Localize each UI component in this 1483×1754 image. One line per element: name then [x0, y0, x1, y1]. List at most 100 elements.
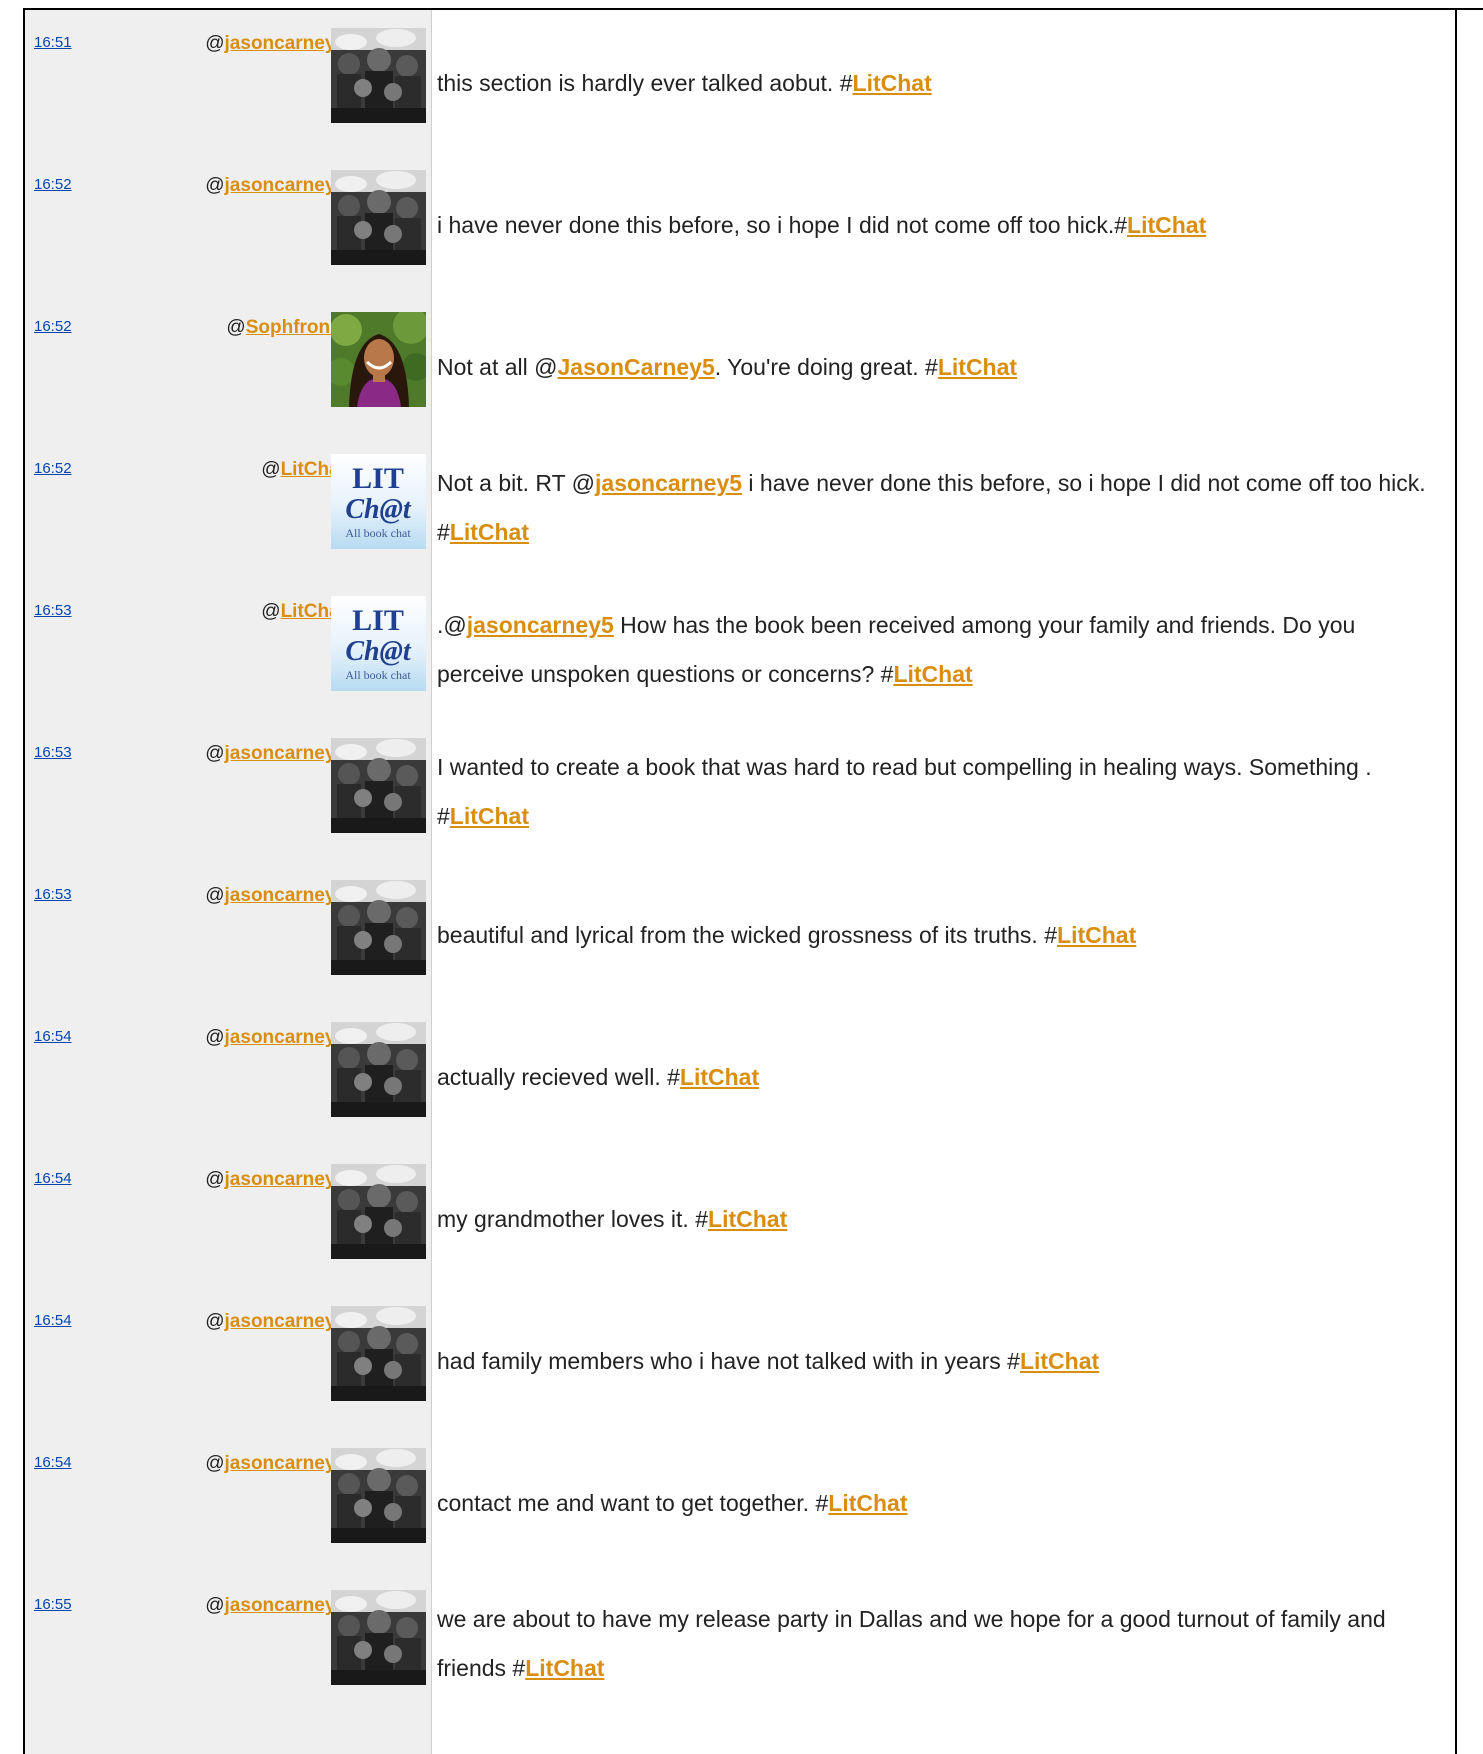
band-photo-avatar [331, 1164, 426, 1259]
band-photo-avatar [331, 880, 426, 975]
author-handle-link[interactable]: jasoncarney5 [225, 885, 346, 906]
at-symbol: @ [205, 743, 225, 764]
band-photo-avatar [331, 1022, 426, 1117]
tweet-author: @jasoncarney5 [205, 1311, 346, 1333]
author-handle-link[interactable]: jasoncarney5 [225, 1595, 346, 1616]
tweet-row: 16:51 @jasoncarney5 this section is hard… [25, 10, 1455, 152]
tweet-text: beautiful and lyrical from the wicked gr… [437, 911, 1447, 960]
mention-link[interactable]: jasoncarney5 [595, 470, 742, 496]
tweet-time-link[interactable]: 16:53 [34, 602, 72, 619]
tweet-text-segment: my grandmother loves it. # [437, 1206, 709, 1232]
band-photo-avatar [331, 28, 426, 123]
hashtag-link[interactable]: LitChat [708, 1206, 787, 1232]
tweet-author: @Sophfronia [226, 317, 346, 339]
tweet-text: contact me and want to get together. #Li… [437, 1479, 1447, 1528]
tweet-row: 16:54 @jasoncarney5 actually recieved we… [25, 1004, 1455, 1146]
tweet-time-link[interactable]: 16:51 [34, 34, 72, 51]
litchat-logo-avatar: LIT Ch@t All book chat [331, 454, 426, 549]
tweet-text-segment: contact me and want to get together. # [437, 1490, 829, 1516]
tweet-text-segment: i have never done this before, so i hope… [437, 212, 1128, 238]
logo-line1: LIT [352, 604, 404, 637]
logo-line2: Ch@t [345, 494, 412, 525]
at-symbol: @ [205, 1595, 225, 1616]
tweet-text: i have never done this before, so i hope… [437, 201, 1447, 250]
tweet-author: @jasoncarney5 [205, 175, 346, 197]
hashtag-link[interactable]: LitChat [1057, 922, 1136, 948]
at-symbol: @ [205, 1027, 225, 1048]
author-handle-link[interactable]: jasoncarney5 [225, 1311, 346, 1332]
tweet-time-link[interactable]: 16:55 [34, 1596, 72, 1613]
author-handle-link[interactable]: jasoncarney5 [225, 33, 346, 54]
hashtag-link[interactable]: LitChat [680, 1064, 759, 1090]
at-symbol: @ [205, 885, 225, 906]
tweet-time-link[interactable]: 16:53 [34, 744, 72, 761]
author-handle-link[interactable]: jasoncarney5 [225, 743, 346, 764]
tweet-row: 16:55 @jasoncarney5 we are about to have… [25, 1572, 1455, 1714]
tweet-author: @jasoncarney5 [205, 1453, 346, 1475]
band-photo-avatar [331, 738, 426, 833]
mention-link[interactable]: JasonCarney5 [558, 354, 715, 380]
tweet-row: 16:54 @jasoncarney5 contact me and want … [25, 1430, 1455, 1572]
tweet-author: @jasoncarney5 [205, 1595, 346, 1617]
hashtag-link[interactable]: LitChat [938, 354, 1017, 380]
hashtag-link[interactable]: LitChat [1020, 1348, 1099, 1374]
tweet-time-link[interactable]: 16:54 [34, 1028, 72, 1045]
hashtag-link[interactable]: LitChat [1127, 212, 1206, 238]
tweet-author: @jasoncarney5 [205, 1169, 346, 1191]
tweet-row: 16:53 @jasoncarney5 beautiful and lyrica… [25, 862, 1455, 1004]
tweet-time-link[interactable]: 16:54 [34, 1170, 72, 1187]
tweet-text: my grandmother loves it. #LitChat [437, 1195, 1447, 1244]
tweet-text: .@jasoncarney5 How has the book been rec… [437, 601, 1447, 699]
hashtag-link[interactable]: LitChat [853, 70, 932, 96]
tweet-time-link[interactable]: 16:54 [34, 1454, 72, 1471]
author-handle-link[interactable]: jasoncarney5 [225, 175, 346, 196]
at-symbol: @ [205, 175, 225, 196]
at-symbol: @ [261, 459, 281, 480]
tweet-time-link[interactable]: 16:54 [34, 1312, 72, 1329]
band-photo-avatar [331, 1448, 426, 1543]
logo-line3: All book chat [345, 526, 411, 540]
tweet-list: 16:51 @jasoncarney5 this section is hard… [25, 10, 1455, 1714]
litchat-logo-avatar: LIT Ch@t All book chat [331, 596, 426, 691]
mention-link[interactable]: jasoncarney5 [467, 612, 614, 638]
tweet-text-segment: this section is hardly ever talked aobut… [437, 70, 853, 96]
hashtag-link[interactable]: LitChat [450, 803, 529, 829]
tweet-time-link[interactable]: 16:52 [34, 318, 72, 335]
tweet-text-segment: actually recieved well. # [437, 1064, 680, 1090]
logo-line3: All book chat [345, 668, 411, 682]
author-handle-link[interactable]: jasoncarney5 [225, 1027, 346, 1048]
hashtag-link[interactable]: LitChat [828, 1490, 907, 1516]
tweet-time-link[interactable]: 16:53 [34, 886, 72, 903]
tweet-text-segment: .@ [437, 612, 467, 638]
tweet-row: 16:54 @jasoncarney5 had family members w… [25, 1288, 1455, 1430]
portrait-avatar [331, 312, 426, 407]
tweet-text: Not a bit. RT @jasoncarney5 i have never… [437, 459, 1447, 557]
tweet-text: had family members who i have not talked… [437, 1337, 1447, 1386]
tweet-author: @jasoncarney5 [205, 885, 346, 907]
band-photo-avatar [331, 170, 426, 265]
tweet-text-segment: Not a bit. RT @ [437, 470, 596, 496]
tweet-text-segment: . You're doing great. # [714, 354, 938, 380]
band-photo-avatar [331, 1306, 426, 1401]
frame-right-border [1455, 8, 1457, 1754]
band-photo-avatar [331, 1590, 426, 1685]
logo-line2: Ch@t [345, 636, 412, 667]
at-symbol: @ [205, 33, 225, 54]
hashtag-link[interactable]: LitChat [893, 661, 972, 687]
author-handle-link[interactable]: jasoncarney5 [225, 1453, 346, 1474]
tweet-time-link[interactable]: 16:52 [34, 460, 72, 477]
hashtag-link[interactable]: LitChat [525, 1655, 604, 1681]
tweet-text: Not at all @JasonCarney5. You're doing g… [437, 343, 1447, 392]
hashtag-link[interactable]: LitChat [450, 519, 529, 545]
tweet-row: 16:52 @jasoncarney5 i have never done th… [25, 152, 1455, 294]
tweet-text: this section is hardly ever talked aobut… [437, 59, 1447, 108]
tweet-text-segment: I wanted to create a book that was hard … [437, 754, 1372, 829]
tweet-text-segment: Not at all @ [437, 354, 558, 380]
tweet-author: @jasoncarney5 [205, 1027, 346, 1049]
at-symbol: @ [205, 1169, 225, 1190]
at-symbol: @ [226, 317, 246, 338]
author-handle-link[interactable]: jasoncarney5 [225, 1169, 346, 1190]
tweet-time-link[interactable]: 16:52 [34, 176, 72, 193]
logo-line1: LIT [352, 462, 404, 495]
tweet-row: 16:52 @Sophfronia Not at all @JasonCarne… [25, 294, 1455, 436]
